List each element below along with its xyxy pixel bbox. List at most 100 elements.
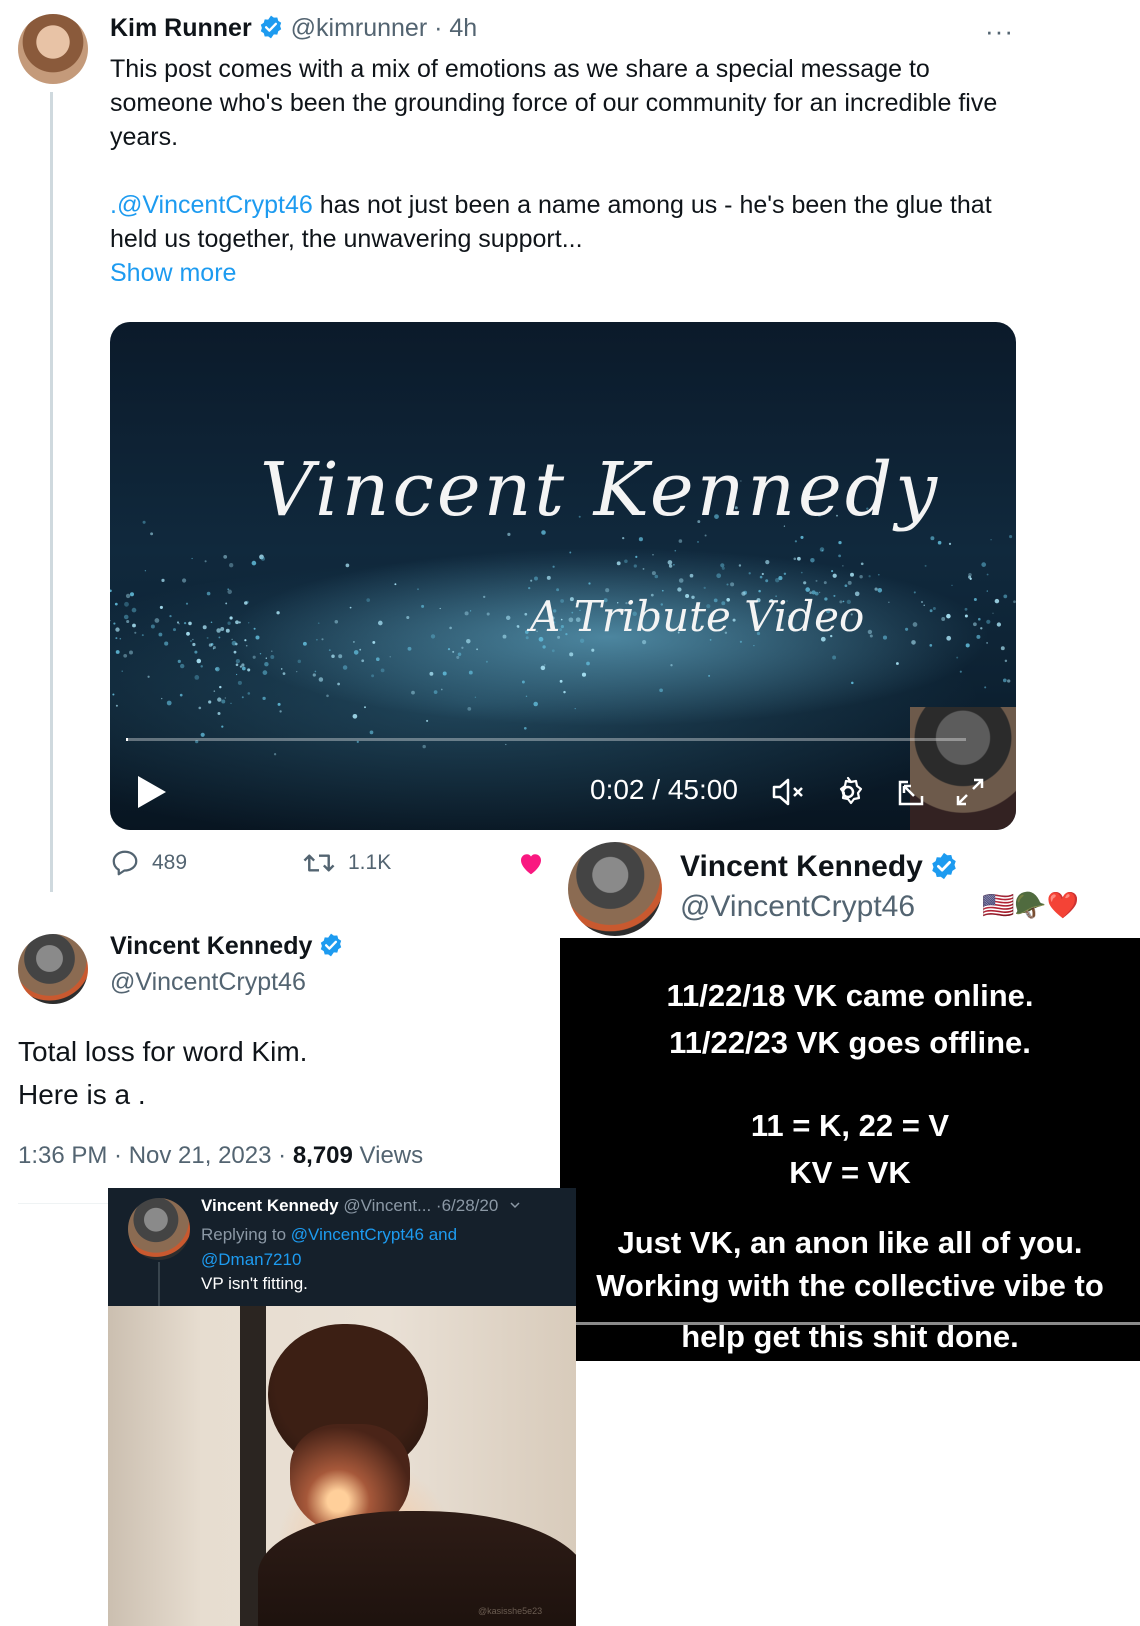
particle-dot [524,612,528,616]
particle-dot [206,591,211,596]
panel-line-collective: Working with the collective vibe to [596,1268,1104,1303]
reply-author-handle[interactable]: @VincentCrypt46 [110,968,306,997]
settings-gear-icon[interactable] [828,772,868,812]
play-icon[interactable] [136,774,168,810]
chevron-down-icon[interactable] [509,1199,521,1211]
repost-button[interactable]: 1.1K [302,848,391,878]
particle-dot [678,578,684,583]
particle-dot [552,565,555,568]
particle-dot [932,607,936,610]
particle-dot [563,690,566,694]
man-silhouette-photo[interactable]: @kasisshe5e23 [108,1306,576,1626]
video-player[interactable]: Vincent Kennedy A Tribute Video 0:02 / 4… [110,322,1016,830]
particle-dot [586,661,590,666]
particle-dot [276,611,280,615]
replying-mention-1[interactable]: @VincentCrypt46 [291,1225,424,1244]
particle-dot [317,622,320,625]
particle-dot [244,601,248,605]
particle-dot [394,583,397,586]
author-name[interactable]: Kim Runner [110,14,252,42]
particle-dot [154,618,160,623]
particle-dot [280,668,283,670]
particle-dot [838,540,842,545]
particle-dot [119,637,122,640]
reply-author-name-text[interactable]: Vincent Kennedy [110,932,312,960]
particle-dot [331,654,335,658]
mute-icon[interactable] [768,772,808,812]
particle-dot [312,673,316,677]
particle-dot [923,604,925,607]
particle-dot [978,617,981,621]
more-options-icon[interactable]: ··· [985,16,1014,47]
particle-dot [279,710,282,713]
particle-dot [540,665,546,671]
panel-line-help: help get this shit done. [681,1319,1019,1354]
dark-reply-card[interactable]: Vincent Kennedy @Vincent... ·6/28/20 Rep… [108,1188,576,1306]
particle-dot [430,634,436,639]
particle-dot [208,700,212,704]
particle-dot [753,644,755,647]
particle-dot [113,622,116,625]
particle-dot [141,634,144,637]
particle-dot [521,680,525,684]
reply-timestamp[interactable]: 1:36 PM · Nov 21, 2023 · [18,1142,293,1169]
particle-dot [188,621,192,626]
kim-runner-avatar[interactable] [18,14,88,84]
particle-dot [912,622,918,627]
particle-dot [337,682,340,686]
verified-badge-icon [932,852,956,880]
thread-line [50,92,53,892]
particle-dot [252,655,256,659]
views-count: 8,709 [292,1142,353,1169]
particle-dot [342,665,348,670]
dark-card-handle[interactable]: @Vincent... [343,1196,431,1215]
particle-dot [778,576,783,581]
vincent-avatar[interactable] [18,934,88,1004]
particle-dot [976,634,981,639]
particle-dot [815,579,818,582]
particle-dot [832,573,837,578]
tweet-time[interactable]: · 4h [434,14,477,42]
fullscreen-icon[interactable] [950,772,990,812]
panel-line-offline: 11/22/23 VK goes offline. [669,1025,1031,1060]
video-progress-bar[interactable] [126,738,966,741]
particle-dot [271,650,273,652]
reply-button[interactable]: 489 [110,848,187,878]
particle-dot [467,707,472,711]
video-title: Vincent Kennedy [260,447,940,533]
particle-dot [186,631,190,636]
particle-dot [534,576,538,581]
particle-dot [361,659,365,663]
particle-dot [380,668,385,673]
profile-name-text[interactable]: Vincent Kennedy [680,850,923,883]
particle-dot [115,704,118,707]
dark-card-date[interactable]: ·6/28/20 [436,1196,498,1215]
show-more-link[interactable]: Show more [110,256,1010,290]
particle-dot [433,690,438,694]
particle-dot [318,677,324,682]
particle-dot [986,590,988,592]
particle-dot [229,563,234,568]
particle-dot [417,588,419,591]
particle-dot [783,572,787,576]
replying-mention-2[interactable]: @Dman7210 [201,1250,301,1269]
particle-dot [134,631,137,634]
author-handle[interactable]: @kimrunner [291,14,428,42]
picture-in-picture-icon[interactable] [890,772,930,812]
dark-card-name[interactable]: Vincent Kennedy [201,1196,339,1215]
particle-dot [238,621,241,624]
particle-dot [225,602,228,605]
vincent-profile-avatar[interactable] [568,842,662,936]
particle-dot [973,598,977,601]
particle-dot [948,542,952,546]
dark-card-avatar[interactable] [128,1198,190,1260]
vincent-profile-handle[interactable]: @VincentCrypt46 [680,890,915,924]
particle-dot [192,638,194,641]
mention-link[interactable]: .@VincentCrypt46 [110,191,313,219]
particle-dot [581,672,587,677]
particle-dot [1002,678,1007,683]
particle-dot [924,564,927,567]
black-text-panel: 11/22/18 VK came online. 11/22/23 VK goe… [560,938,1140,1358]
like-button[interactable] [516,848,546,878]
particle-dot [877,588,883,593]
